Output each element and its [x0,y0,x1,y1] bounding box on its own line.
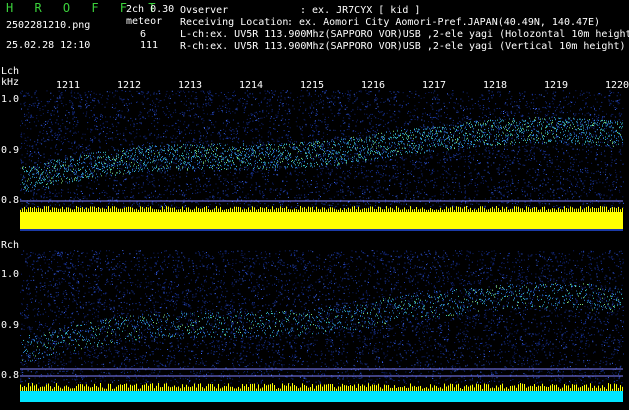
time-tick-label: 1214 [239,80,264,91]
rch-ytick: 0.9 [1,320,20,331]
rch-ytick: 1.0 [1,269,20,280]
lch-ytick: 1.0 [1,94,20,105]
time-tick-label: 1211 [56,80,81,91]
time-tick-label: 1213 [178,80,203,91]
lch-level-bar [20,212,623,230]
spectrogram-display [0,0,629,410]
rch-level-bar [20,391,623,402]
khz-unit: kHz [1,77,20,88]
rch-ytick: 0.8 [1,370,20,381]
time-tick-label: 1215 [300,80,325,91]
rch-noise [20,250,624,384]
date-time: 25.02.28 12:10 [6,40,91,51]
time-tick-label: 1220 [605,80,629,91]
rch-config: R-ch:ex. UV5R 113.900Mhz(SAPPORO VOR)USB… [180,41,626,52]
lch-label: Lch [1,66,20,77]
lch-ytick: 0.9 [1,145,20,156]
observer-label: Ovserver [180,5,229,16]
time-tick-label: 1212 [117,80,142,91]
lch-signal [22,117,623,192]
file-name: 2502281210.png [6,20,91,31]
lch-config: L-ch:ex. UV5R 113.900Mhz(SAPPORO VOR)USB… [180,29,629,40]
mode-label: 2ch 0.30 [126,4,175,15]
meteor-count-l: 6 [140,29,147,40]
time-tick-label: 1219 [544,80,569,91]
meteor-count-r: 111 [140,40,159,51]
location-label: Receiving Location [180,17,289,28]
location-value: : ex. Aomori City Aomori-Pref.JAPAN(40.4… [287,17,601,28]
time-tick-label: 1218 [483,80,508,91]
time-tick-label: 1216 [361,80,386,91]
observer-value: : ex. JR7CYX [ kid ] [300,5,421,16]
time-tick-label: 1217 [422,80,447,91]
rch-label: Rch [1,240,20,251]
meteor-label: meteor [126,16,163,27]
spectrogram-svg [20,90,624,402]
lch-ytick: 0.8 [1,195,20,206]
